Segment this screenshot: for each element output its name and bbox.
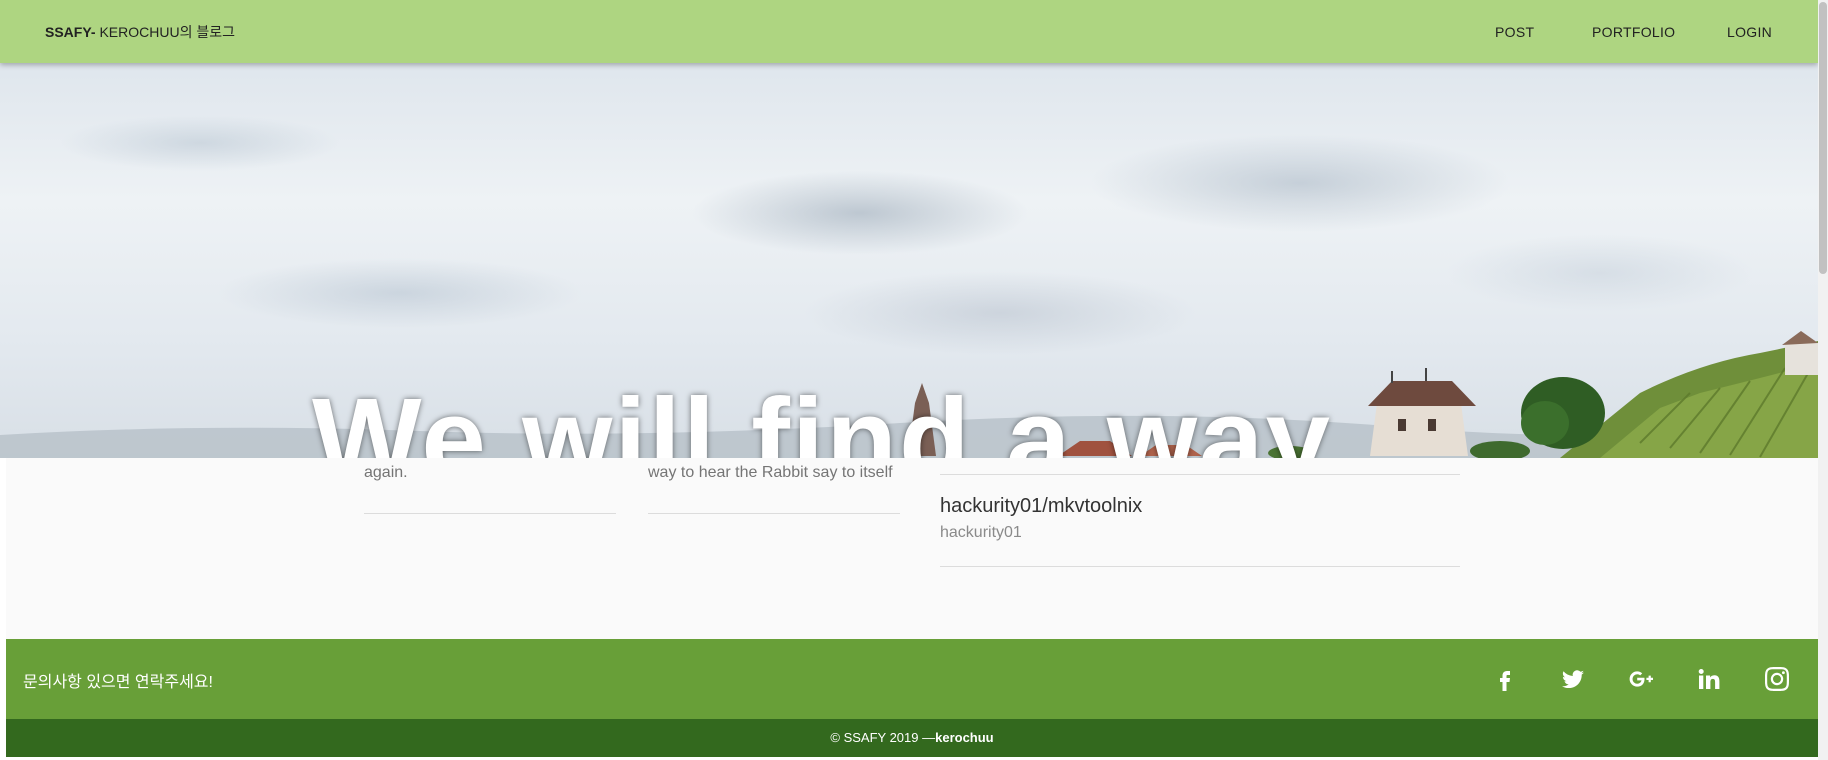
hero-title: We will find a way	[312, 374, 1333, 458]
repo-list-divider-bottom	[940, 566, 1460, 567]
brand-text: KEROCHUU의 블로그	[95, 24, 235, 40]
repo-owner: hackurity01	[940, 524, 1022, 541]
instagram-icon[interactable]	[1761, 663, 1793, 695]
top-navbar: SSAFY- KEROCHUU의 블로그 POST PORTFOLIO LOGI…	[0, 0, 1818, 63]
scrollbar-thumb[interactable]	[1819, 2, 1827, 274]
google-plus-icon[interactable]	[1625, 663, 1657, 695]
repo-title-link[interactable]: hackurity01/mkvtoolnix	[940, 495, 1142, 518]
nav-portfolio-link[interactable]: PORTFOLIO	[1592, 24, 1675, 40]
facebook-icon[interactable]	[1489, 663, 1521, 695]
post-card-divider-2	[648, 513, 900, 514]
page: SSAFY- KEROCHUU의 블로그 POST PORTFOLIO LOGI…	[0, 0, 1828, 760]
post-card-excerpt-2: way to hear the Rabbit say to itself	[648, 464, 893, 481]
linkedin-icon[interactable]	[1693, 663, 1725, 695]
brand-logo[interactable]: SSAFY- KEROCHUU의 블로그	[45, 22, 235, 42]
copyright-bar: © SSAFY 2019 —kerochuu	[6, 719, 1818, 757]
copyright-prefix: © SSAFY 2019 —	[830, 730, 936, 745]
post-card-divider	[364, 513, 616, 514]
copyright-text: © SSAFY 2019 —kerochuu	[6, 730, 1818, 745]
copyright-author: kerochuu	[935, 730, 994, 745]
hero-banner: We will find a way	[0, 63, 1818, 458]
content-area: again. way to hear the Rabbit say to its…	[6, 458, 1818, 639]
twitter-icon[interactable]	[1557, 663, 1589, 695]
repo-list-divider-top	[940, 474, 1460, 475]
page-scrollbar[interactable]	[1818, 0, 1828, 760]
footer-contact-text: 문의사항 있으면 연락주세요!	[23, 674, 213, 691]
nav-post-link[interactable]: POST	[1495, 24, 1534, 40]
footer: 문의사항 있으면 연락주세요!	[6, 639, 1818, 719]
post-card-excerpt: again.	[364, 464, 408, 481]
brand-bold: SSAFY-	[45, 24, 96, 40]
nav-login-link[interactable]: LOGIN	[1727, 24, 1772, 40]
